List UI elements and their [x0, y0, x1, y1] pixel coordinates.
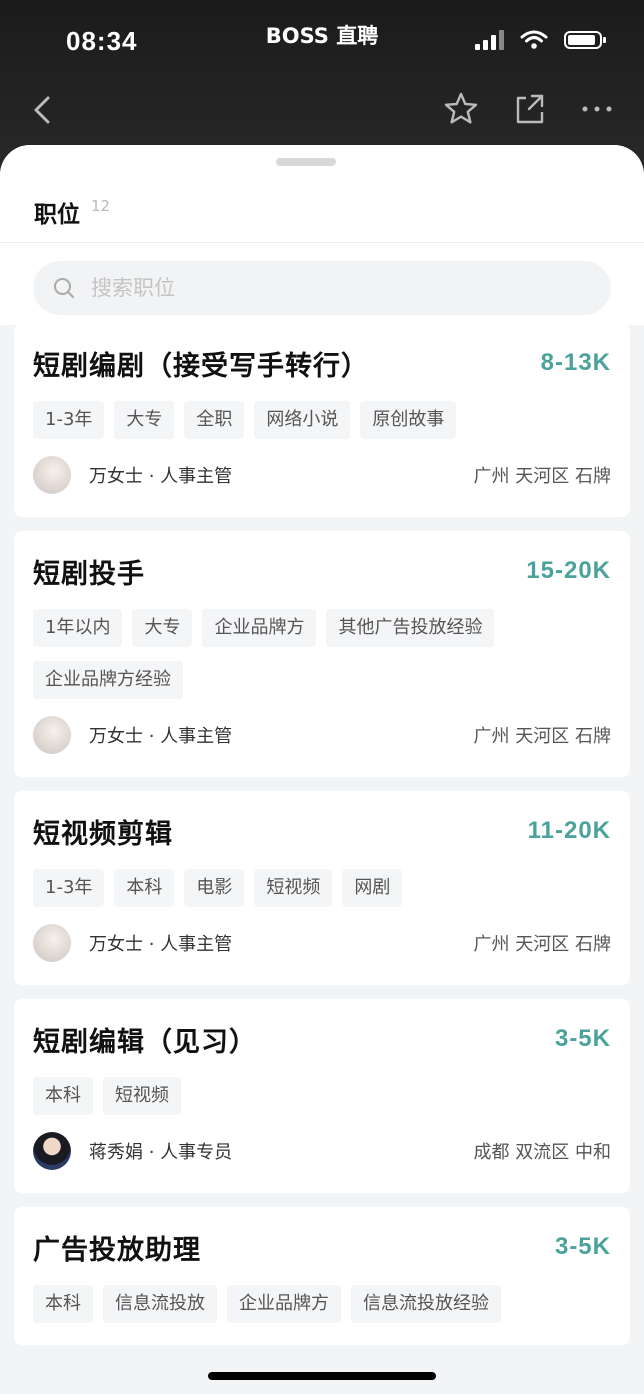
job-title: 短剧编剧（接受写手转行） — [33, 350, 369, 382]
recruiter: 万女士 · 人事主管 — [33, 456, 232, 494]
job-tag: 大专 — [132, 609, 193, 647]
recruiter-name: 万女士 · 人事主管 — [89, 466, 233, 487]
job-tag: 大专 — [114, 401, 175, 439]
salary: 3-5K — [554, 1025, 611, 1052]
wifi-icon — [520, 30, 548, 49]
job-card[interactable]: 短剧投手 15-20K 1年以内 大专 企业品牌方 其他广告投放经验 企业品牌方… — [14, 531, 630, 777]
job-tag: 全职 — [184, 401, 245, 439]
status-icons — [475, 30, 606, 50]
job-location: 广州 天河区 石牌 — [473, 934, 611, 955]
more-icon — [582, 106, 612, 112]
job-tag: 网络小说 — [254, 401, 351, 439]
job-tag: 企业品牌方 — [202, 609, 317, 647]
job-tags: 本科 信息流投放 企业品牌方 信息流投放经验 — [33, 1285, 611, 1323]
job-location: 广州 天河区 石牌 — [473, 466, 611, 487]
job-title: 广告投放助理 — [33, 1234, 201, 1266]
job-tag: 短视频 — [103, 1077, 181, 1115]
star-icon — [444, 92, 478, 124]
job-tag: 本科 — [33, 1077, 93, 1115]
recruiter-name: 万女士 · 人事主管 — [89, 934, 233, 955]
job-count: 12 — [91, 197, 111, 215]
job-title: 短视频剪辑 — [33, 818, 173, 850]
job-tag: 信息流投放 — [103, 1285, 217, 1323]
drag-handle[interactable] — [276, 158, 336, 166]
avatar — [33, 456, 71, 494]
more-button[interactable] — [578, 90, 616, 128]
avatar — [33, 716, 71, 754]
job-tag: 1-3年 — [33, 869, 105, 907]
share-icon — [516, 94, 544, 124]
home-indicator[interactable] — [208, 1372, 436, 1380]
share-button[interactable] — [510, 90, 548, 128]
job-tag: 其他广告投放经验 — [326, 609, 495, 647]
avatar — [33, 924, 71, 962]
job-card[interactable]: 短剧编辑（见习） 3-5K 本科 短视频 蒋秀娟 · 人事专员 成都 双流区 中… — [14, 999, 630, 1193]
signal-icon — [475, 30, 504, 50]
job-list: 短剧编剧（接受写手转行） 8-13K 1-3年 大专 全职 网络小说 原创故事 … — [14, 323, 630, 1359]
job-tag: 电影 — [184, 869, 245, 907]
avatar — [33, 1132, 71, 1170]
job-tags: 1-3年 大专 全职 网络小说 原创故事 — [33, 401, 611, 439]
job-card[interactable]: 短剧编剧（接受写手转行） 8-13K 1-3年 大专 全职 网络小说 原创故事 … — [14, 323, 630, 517]
job-tag: 网剧 — [342, 869, 403, 907]
salary: 3-5K — [554, 1233, 611, 1260]
job-tag: 短视频 — [254, 869, 333, 907]
recruiter: 万女士 · 人事主管 — [33, 924, 232, 962]
battery-icon — [564, 31, 606, 49]
nav-actions — [442, 90, 616, 128]
job-title: 短剧编辑（见习） — [33, 1026, 257, 1058]
recruiter-name: 蒋秀娟 · 人事专员 — [89, 1142, 233, 1163]
search-bar[interactable] — [33, 261, 611, 315]
job-tags: 1年以内 大专 企业品牌方 其他广告投放经验 企业品牌方经验 — [33, 609, 611, 699]
salary: 11-20K — [527, 817, 611, 844]
chevron-left-icon — [34, 96, 50, 124]
salary: 15-20K — [526, 557, 611, 584]
job-tag: 本科 — [33, 1285, 93, 1323]
job-tag: 信息流投放经验 — [351, 1285, 501, 1323]
job-location: 成都 双流区 中和 — [473, 1142, 611, 1163]
tab-jobs[interactable]: 职位 — [34, 195, 80, 229]
job-list-sheet: 职位 12 短剧编剧（接受写手转行） 8-13K 1-3年 大专 全职 网络小说… — [0, 145, 644, 1394]
job-card[interactable]: 广告投放助理 3-5K 本科 信息流投放 企业品牌方 信息流投放经验 — [14, 1207, 630, 1345]
sheet-header: 职位 12 — [0, 145, 644, 325]
job-tag: 企业品牌方 — [227, 1285, 341, 1323]
job-tags: 1-3年 本科 电影 短视频 网剧 — [33, 869, 611, 907]
job-tags: 本科 短视频 — [33, 1077, 611, 1115]
job-tag: 企业品牌方经验 — [33, 661, 183, 699]
job-tag: 1年以内 — [33, 609, 123, 647]
job-tag: 本科 — [114, 869, 175, 907]
job-tag: 1-3年 — [33, 401, 105, 439]
salary: 8-13K — [540, 349, 611, 376]
search-icon — [54, 278, 74, 298]
job-tag: 原创故事 — [360, 401, 457, 439]
back-button[interactable] — [28, 92, 56, 128]
favorite-button[interactable] — [442, 90, 480, 128]
divider — [0, 242, 644, 243]
recruiter: 万女士 · 人事主管 — [33, 716, 232, 754]
job-location: 广州 天河区 石牌 — [473, 726, 611, 747]
recruiter: 蒋秀娟 · 人事专员 — [33, 1132, 232, 1170]
search-input[interactable] — [89, 275, 573, 301]
job-title: 短剧投手 — [33, 558, 145, 590]
job-card[interactable]: 短视频剪辑 11-20K 1-3年 本科 电影 短视频 网剧 万女士 · 人事主… — [14, 791, 630, 985]
recruiter-name: 万女士 · 人事主管 — [89, 726, 233, 747]
